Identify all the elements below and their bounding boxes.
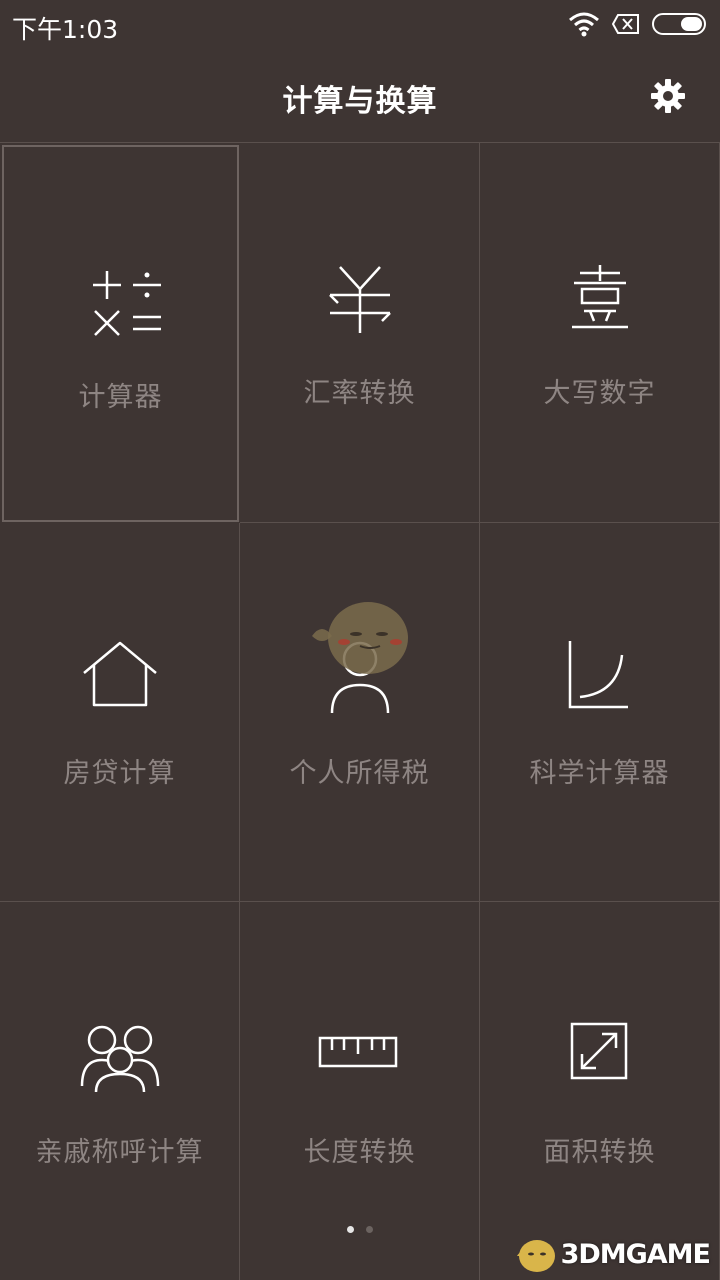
tile-exchange-rate[interactable]: 汇率转换 bbox=[240, 143, 480, 523]
tile-label: 亲戚称呼计算 bbox=[35, 1137, 204, 1168]
page-title: 计算与换算 bbox=[282, 84, 438, 119]
tool-grid: 计算器 汇率转换 大写数字 房贷计算 个人所得税 科学计算器 亲戚称呼计算 长度… bbox=[0, 142, 720, 1280]
page-dot-1[interactable] bbox=[347, 1226, 354, 1233]
status-bar: 下午1:03 bbox=[0, 0, 720, 52]
tile-relative-title[interactable]: 亲戚称呼计算 bbox=[0, 902, 240, 1280]
tile-length-conversion[interactable]: 长度转换 bbox=[240, 902, 480, 1280]
family-icon bbox=[80, 1025, 159, 1093]
page-indicator bbox=[0, 1226, 720, 1233]
resize-icon bbox=[570, 1022, 627, 1080]
watermark-text: 3DMGAME bbox=[560, 1238, 711, 1270]
tile-label: 个人所得税 bbox=[289, 758, 430, 789]
app-header: 计算与换算 bbox=[0, 52, 720, 142]
tile-income-tax[interactable]: 个人所得税 bbox=[240, 523, 480, 902]
tile-area-conversion[interactable]: 面积转换 bbox=[480, 902, 720, 1280]
tile-calculator[interactable]: 计算器 bbox=[2, 145, 239, 522]
tile-label: 大写数字 bbox=[543, 378, 656, 409]
tile-label: 面积转换 bbox=[543, 1137, 656, 1168]
gear-icon bbox=[651, 79, 685, 113]
curve-chart-icon bbox=[568, 641, 628, 709]
tile-label: 房贷计算 bbox=[63, 758, 176, 789]
battery-icon bbox=[652, 13, 708, 39]
page-dot-2[interactable] bbox=[366, 1226, 373, 1233]
tile-label: 长度转换 bbox=[303, 1137, 416, 1168]
status-time: 下午1:03 bbox=[12, 15, 119, 44]
status-icons bbox=[568, 12, 708, 40]
ruler-icon bbox=[318, 1036, 397, 1068]
tile-label: 汇率转换 bbox=[303, 378, 416, 409]
currency-icon bbox=[328, 266, 391, 333]
tile-mortgage[interactable]: 房贷计算 bbox=[0, 523, 240, 902]
house-icon bbox=[82, 641, 157, 707]
mascot-sticker bbox=[312, 602, 408, 674]
tile-label: 计算器 bbox=[78, 382, 163, 413]
mascot-logo-icon bbox=[516, 1240, 555, 1272]
calculator-icon bbox=[92, 271, 161, 336]
wifi-icon bbox=[568, 11, 600, 41]
chinese-numeral-icon bbox=[571, 265, 628, 329]
sim-missing-icon bbox=[611, 13, 640, 39]
tile-scientific-calculator[interactable]: 科学计算器 bbox=[480, 523, 720, 902]
settings-button[interactable] bbox=[650, 78, 686, 114]
tile-capital-numbers[interactable]: 大写数字 bbox=[480, 143, 720, 523]
tile-label: 科学计算器 bbox=[529, 758, 670, 789]
watermark: 3DMGAME bbox=[513, 1234, 711, 1274]
